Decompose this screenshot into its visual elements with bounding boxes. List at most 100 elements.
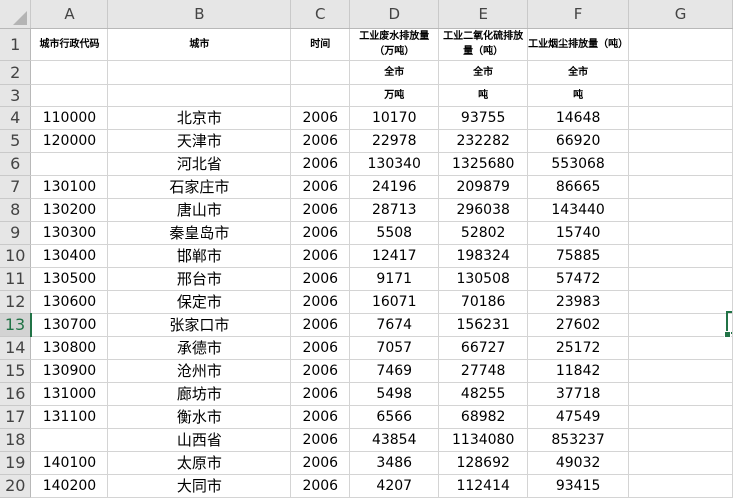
cell-empty[interactable] xyxy=(628,474,733,498)
cell-wastewater[interactable]: 9171 xyxy=(349,267,440,291)
cell-empty[interactable] xyxy=(628,451,733,475)
cell-dust[interactable]: 853237 xyxy=(527,428,630,452)
cell-header-code[interactable]: 城市行政代码 xyxy=(30,28,109,61)
cell-code[interactable]: 110000 xyxy=(30,106,109,130)
cell-year[interactable]: 2006 xyxy=(290,221,351,245)
cell-year[interactable]: 2006 xyxy=(290,428,351,452)
cell-so2[interactable]: 198324 xyxy=(438,244,529,268)
cell-wastewater[interactable]: 24196 xyxy=(349,175,440,199)
cell-so2[interactable]: 1325680 xyxy=(438,152,529,176)
cell-city[interactable]: 唐山市 xyxy=(107,198,292,222)
cell-wastewater[interactable]: 7469 xyxy=(349,359,440,383)
row-header[interactable]: 9 xyxy=(0,221,32,245)
cell[interactable] xyxy=(30,84,109,107)
row-header[interactable]: 19 xyxy=(0,451,32,475)
cell-empty[interactable] xyxy=(628,290,733,314)
column-header-g[interactable]: G xyxy=(628,0,733,29)
row-header[interactable]: 3 xyxy=(0,84,32,107)
cell-code[interactable]: 130400 xyxy=(30,244,109,268)
cell-empty[interactable] xyxy=(628,382,733,406)
cell-dust[interactable]: 553068 xyxy=(527,152,630,176)
row-header[interactable]: 14 xyxy=(0,336,32,360)
cell-dust[interactable]: 37718 xyxy=(527,382,630,406)
cell-so2[interactable]: 130508 xyxy=(438,267,529,291)
cell-code[interactable]: 130800 xyxy=(30,336,109,360)
cell-code[interactable]: 130600 xyxy=(30,290,109,314)
cell-year[interactable]: 2006 xyxy=(290,175,351,199)
cell-year[interactable]: 2006 xyxy=(290,267,351,291)
cell-wastewater[interactable]: 12417 xyxy=(349,244,440,268)
cell-so2[interactable]: 66727 xyxy=(438,336,529,360)
cell-code[interactable]: 130700 xyxy=(30,313,109,337)
row-header[interactable]: 7 xyxy=(0,175,32,199)
row-header[interactable]: 10 xyxy=(0,244,32,268)
cell-year[interactable]: 2006 xyxy=(290,336,351,360)
cell-code[interactable]: 130900 xyxy=(30,359,109,383)
cell-header-city[interactable]: 城市 xyxy=(107,28,292,61)
cell-city[interactable]: 衡水市 xyxy=(107,405,292,429)
cell-empty[interactable] xyxy=(628,152,733,176)
cell-empty[interactable] xyxy=(628,336,733,360)
column-header-f[interactable]: F xyxy=(527,0,630,29)
cell-dust[interactable]: 75885 xyxy=(527,244,630,268)
cell-wastewater[interactable]: 22978 xyxy=(349,129,440,153)
cell-year[interactable]: 2006 xyxy=(290,152,351,176)
cell-empty[interactable] xyxy=(628,106,733,130)
cell-scope-so2[interactable]: 全市 xyxy=(438,60,529,85)
column-header-c[interactable]: C xyxy=(290,0,351,29)
cell-so2[interactable]: 209879 xyxy=(438,175,529,199)
cell-unit-wastewater[interactable]: 万吨 xyxy=(349,84,440,107)
cell-empty[interactable] xyxy=(628,428,733,452)
cell-empty[interactable] xyxy=(628,221,733,245)
row-header[interactable]: 15 xyxy=(0,359,32,383)
cell-empty[interactable] xyxy=(628,313,733,337)
cell-city[interactable]: 张家口市 xyxy=(107,313,292,337)
row-header[interactable]: 6 xyxy=(0,152,32,176)
cell-empty[interactable] xyxy=(628,129,733,153)
cell-dust[interactable]: 47549 xyxy=(527,405,630,429)
column-header-b[interactable]: B xyxy=(107,0,292,29)
cell-city[interactable]: 山西省 xyxy=(107,428,292,452)
cell-dust[interactable]: 143440 xyxy=(527,198,630,222)
cell[interactable] xyxy=(628,28,733,61)
cell-city[interactable]: 沧州市 xyxy=(107,359,292,383)
cell-dust[interactable]: 57472 xyxy=(527,267,630,291)
row-header[interactable]: 4 xyxy=(0,106,32,130)
column-header-e[interactable]: E xyxy=(438,0,529,29)
cell[interactable] xyxy=(628,84,733,107)
cell-dust[interactable]: 27602 xyxy=(527,313,630,337)
cell-year[interactable]: 2006 xyxy=(290,474,351,498)
cell-header-so2[interactable]: 工业二氧化硫排放量（吨） xyxy=(438,28,529,61)
row-header[interactable]: 5 xyxy=(0,129,32,153)
cell-wastewater[interactable]: 5508 xyxy=(349,221,440,245)
cell-year[interactable]: 2006 xyxy=(290,313,351,337)
cell-city[interactable]: 廊坊市 xyxy=(107,382,292,406)
cell-wastewater[interactable]: 43854 xyxy=(349,428,440,452)
cell-code[interactable]: 140200 xyxy=(30,474,109,498)
row-header[interactable]: 2 xyxy=(0,60,32,85)
cell-city[interactable]: 秦皇岛市 xyxy=(107,221,292,245)
cell-so2[interactable]: 70186 xyxy=(438,290,529,314)
cell-empty[interactable] xyxy=(628,175,733,199)
cell-code[interactable]: 131100 xyxy=(30,405,109,429)
row-header[interactable]: 20 xyxy=(0,474,32,498)
cell-header-dust[interactable]: 工业烟尘排放量（吨） xyxy=(527,28,630,61)
cell-wastewater[interactable]: 16071 xyxy=(349,290,440,314)
row-header[interactable]: 12 xyxy=(0,290,32,314)
cell-wastewater[interactable]: 5498 xyxy=(349,382,440,406)
column-header-a[interactable]: A xyxy=(30,0,109,29)
cell-header-wastewater[interactable]: 工业废水排放量（万吨） xyxy=(349,28,440,61)
cell-code[interactable]: 140100 xyxy=(30,451,109,475)
cell-empty[interactable] xyxy=(628,267,733,291)
cell[interactable] xyxy=(628,60,733,85)
cell-year[interactable]: 2006 xyxy=(290,382,351,406)
cell-year[interactable]: 2006 xyxy=(290,198,351,222)
cell-so2[interactable]: 112414 xyxy=(438,474,529,498)
cell[interactable] xyxy=(107,60,292,85)
cell-year[interactable]: 2006 xyxy=(290,244,351,268)
cell-city[interactable]: 天津市 xyxy=(107,129,292,153)
cell-dust[interactable]: 49032 xyxy=(527,451,630,475)
cell-so2[interactable]: 156231 xyxy=(438,313,529,337)
cell-city[interactable]: 保定市 xyxy=(107,290,292,314)
cell-year[interactable]: 2006 xyxy=(290,129,351,153)
